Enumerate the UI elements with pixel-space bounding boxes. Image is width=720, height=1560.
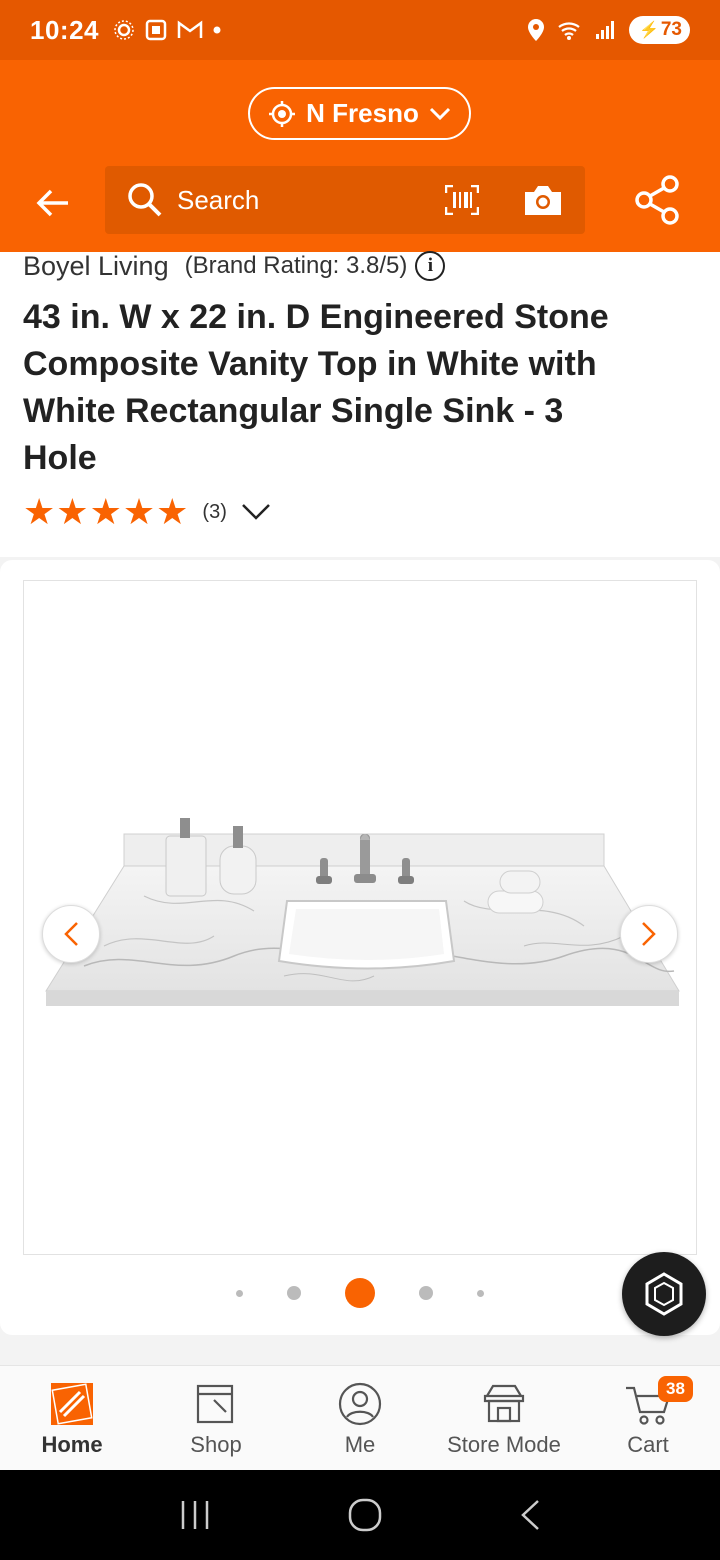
previous-image-button[interactable]: [42, 905, 100, 963]
nav-home-label: Home: [41, 1432, 103, 1457]
star-icon: ★: [89, 491, 122, 532]
store-location-label: N Fresno: [306, 98, 419, 128]
pagination-dot[interactable]: [419, 1286, 433, 1300]
nav-store-mode[interactable]: Store Mode: [432, 1366, 576, 1470]
pagination-dot[interactable]: [287, 1286, 301, 1300]
star-icon: ★: [23, 491, 56, 532]
store-location-selector[interactable]: N Fresno: [248, 87, 471, 140]
nav-home[interactable]: Home: [0, 1366, 144, 1470]
assistant-button[interactable]: [622, 1252, 706, 1336]
product-info: Boyel Living (Brand Rating: 3.8/5) i 43 …: [0, 251, 720, 557]
star-icon: ★: [122, 491, 156, 532]
hexagon-icon: [645, 1272, 683, 1316]
star-icon: ★: [156, 491, 189, 532]
nav-cart[interactable]: 38 Cart: [576, 1366, 720, 1470]
screenshot-icon: [145, 19, 167, 41]
status-bar: 10:24 ⚡ 73: [0, 0, 720, 60]
review-count: (3): [202, 500, 227, 523]
back-button[interactable]: [30, 180, 76, 226]
battery-indicator: ⚡ 73: [628, 16, 690, 44]
vanity-top-image: [45, 818, 680, 1006]
nav-me-label: Me: [344, 1432, 376, 1457]
next-image-button[interactable]: [620, 905, 678, 963]
sun-icon: [114, 20, 134, 40]
gmail-icon: [177, 20, 203, 38]
shop-icon: [196, 1384, 234, 1424]
store-icon: [483, 1384, 525, 1423]
bottom-navigation: Home Shop Me Store Mode 38 Cart: [0, 1365, 720, 1470]
chevron-down-icon: [429, 107, 450, 120]
star-rating: ★ ★ ★ ★ ★: [23, 494, 188, 530]
locate-icon: [269, 100, 296, 127]
battery-charging-icon: ⚡: [638, 22, 659, 39]
star-icon: ★: [56, 491, 89, 532]
nav-me[interactable]: Me: [288, 1366, 432, 1470]
nav-store-mode-label: Store Mode: [447, 1432, 561, 1457]
pagination-dot[interactable]: [477, 1289, 484, 1297]
chevron-down-icon[interactable]: [241, 503, 271, 521]
status-time: 10:24: [30, 14, 99, 45]
image-pagination: [0, 1278, 720, 1308]
dot-icon: [213, 26, 221, 34]
home-depot-logo-icon: [51, 1383, 93, 1425]
signal-icon: [595, 21, 614, 39]
back-chevron-icon[interactable]: [518, 1498, 542, 1532]
search-input[interactable]: Search: [105, 166, 585, 234]
rating-summary[interactable]: ★ ★ ★ ★ ★ (3): [23, 494, 697, 530]
nav-cart-label: Cart: [627, 1432, 669, 1457]
battery-level: 73: [660, 19, 682, 40]
user-icon: [338, 1382, 382, 1426]
chevron-left-icon: [64, 922, 78, 946]
search-placeholder: Search: [177, 184, 260, 215]
app-header: N Fresno Search: [0, 60, 720, 252]
share-icon[interactable]: [632, 174, 682, 226]
product-image-frame[interactable]: [23, 580, 697, 1255]
camera-icon[interactable]: [523, 183, 563, 217]
search-icon: [128, 183, 162, 217]
brand-rating: (Brand Rating: 3.8/5): [184, 252, 408, 279]
location-pin-icon: [527, 19, 544, 41]
pagination-dot-active[interactable]: [345, 1278, 375, 1308]
product-title: 43 in. W x 22 in. D Engineered Stone Com…: [23, 298, 609, 477]
cart-count-badge: 38: [658, 1376, 693, 1402]
arrow-left-icon: [36, 189, 68, 217]
recent-apps-icon[interactable]: [178, 1499, 212, 1531]
wifi-icon: [558, 22, 580, 40]
chevron-right-icon: [642, 922, 656, 946]
nav-shop[interactable]: Shop: [144, 1366, 288, 1470]
image-gallery: [0, 560, 720, 1336]
pagination-dot[interactable]: [236, 1289, 243, 1297]
system-navigation-bar: [0, 1470, 720, 1560]
info-icon[interactable]: i: [415, 251, 446, 281]
home-circle-icon[interactable]: [347, 1497, 383, 1533]
brand-link[interactable]: Boyel Living: [23, 251, 169, 282]
barcode-scan-icon[interactable]: [445, 185, 479, 215]
nav-shop-label: Shop: [190, 1432, 242, 1457]
